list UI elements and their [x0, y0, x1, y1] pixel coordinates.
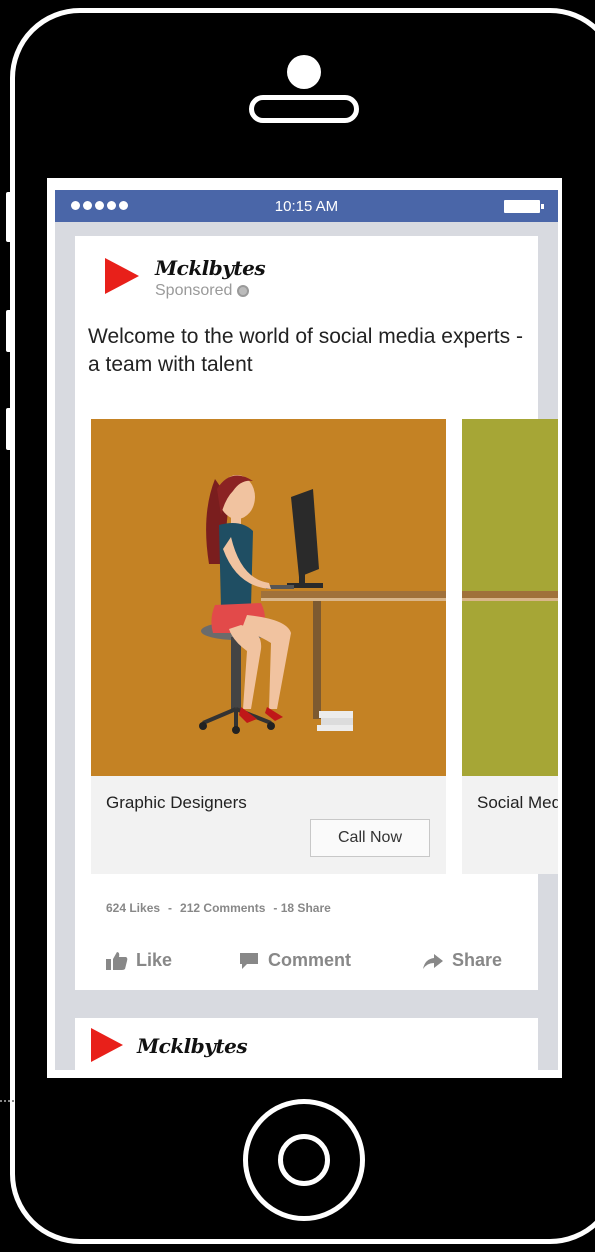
card-image-designer[interactable]: [91, 419, 446, 776]
phone-screen: 10:15 AM Mcklbytes Sponsored Welcome to …: [47, 178, 562, 1078]
post-text: Welcome to the world of social media exp…: [88, 325, 523, 376]
front-camera: [287, 55, 321, 89]
mute-switch: [6, 192, 13, 242]
sponsored-label: Sponsored: [155, 282, 250, 300]
play-logo-icon[interactable]: [91, 1028, 123, 1062]
play-logo-icon[interactable]: [105, 258, 139, 294]
sponsored-text: Sponsored: [155, 282, 233, 299]
card-image-social-media[interactable]: [462, 419, 558, 776]
feed: 10:15 AM Mcklbytes Sponsored Welcome to …: [55, 190, 558, 1074]
next-post-preview: Mcklbytes: [75, 1018, 538, 1074]
comment-button[interactable]: Comment: [238, 950, 351, 971]
like-label: Like: [136, 950, 173, 970]
earpiece-speaker: [249, 95, 359, 123]
share-button[interactable]: Share: [422, 950, 502, 971]
volume-down-button: [6, 408, 13, 450]
carousel-card-graphic-designers[interactable]: Graphic Designers Call Now: [91, 419, 446, 874]
comments-count[interactable]: 212 Comments: [180, 901, 265, 915]
likes-count[interactable]: 624 Likes: [106, 901, 160, 915]
thumbs-up-icon: [106, 951, 128, 970]
card-title-2: Social Media I: [477, 793, 562, 812]
like-button[interactable]: Like: [106, 950, 172, 971]
status-time: 10:15 AM: [274, 198, 339, 215]
decorative-dots: [0, 1100, 14, 1102]
designer-illustration: [199, 475, 446, 734]
share-label: Share: [452, 950, 503, 970]
sponsored-post: Mcklbytes Sponsored Welcome to the world…: [75, 236, 558, 990]
globe-icon: [237, 285, 250, 297]
status-bar: 10:15 AM: [55, 190, 558, 222]
home-button-inner: [278, 1134, 330, 1186]
call-now-button[interactable]: Call Now: [310, 819, 430, 857]
page-name[interactable]: Mcklbytes: [155, 256, 266, 280]
carousel-card-social-media[interactable]: Social Media I: [462, 419, 562, 874]
volume-up-button: [6, 310, 13, 352]
card-title: Graphic Designers: [106, 793, 247, 812]
battery-icon: [504, 200, 544, 213]
comment-label: Comment: [268, 950, 352, 970]
comment-icon: [240, 952, 258, 969]
shares-count[interactable]: - 18 Share: [273, 901, 330, 915]
engagement-stats: 624 Likes - 212 Comments - 18 Share: [106, 901, 331, 915]
social-media-illustration: [462, 591, 558, 601]
share-arrow-icon: [423, 953, 443, 969]
post-actions: Like Comment Share: [75, 942, 538, 982]
stats-separator: -: [168, 901, 173, 915]
page-name-2[interactable]: Mcklbytes: [137, 1034, 248, 1058]
